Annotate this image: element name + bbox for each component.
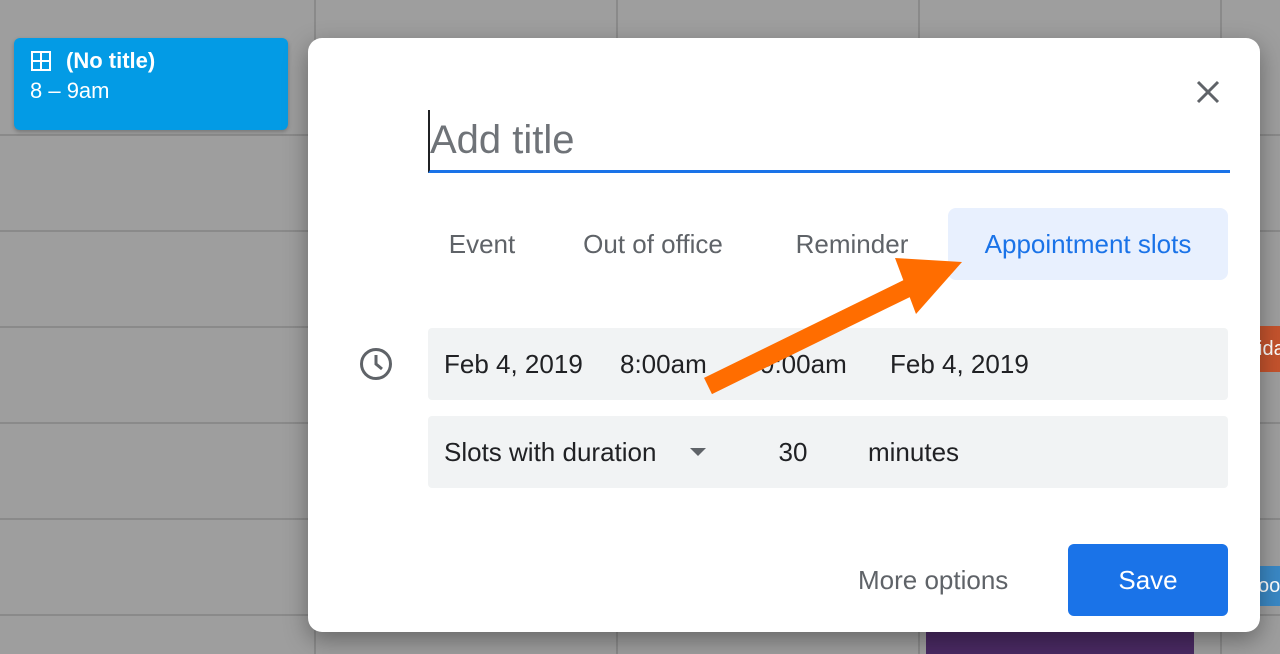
duration-input[interactable]: 30 <box>768 416 818 488</box>
event-chip-title: (No title) <box>66 48 156 73</box>
quick-create-dialog: Event Out of office Reminder Appointment… <box>308 38 1260 632</box>
grid-icon <box>31 51 51 71</box>
save-button[interactable]: Save <box>1068 544 1228 616</box>
duration-unit-label: minutes <box>868 437 960 467</box>
event-type-tabs: Event Out of office Reminder Appointment… <box>428 208 1228 280</box>
title-input[interactable] <box>428 110 1230 173</box>
slots-type-select[interactable]: Slots with duration <box>444 416 656 488</box>
dropdown-caret-icon[interactable] <box>690 448 706 456</box>
tab-event[interactable]: Event <box>428 208 536 280</box>
partial-event-label: ida <box>1258 338 1280 360</box>
end-time[interactable]: 9:00am <box>760 328 847 400</box>
event-chip-time: 8 – 9am <box>30 78 110 103</box>
close-icon <box>1196 80 1220 104</box>
close-button[interactable] <box>1188 72 1228 112</box>
start-time[interactable]: 8:00am <box>620 328 707 400</box>
calendar-event-chip[interactable]: (No title) 8 – 9am <box>14 38 288 130</box>
tab-out-of-office[interactable]: Out of office <box>558 208 748 280</box>
more-options-button[interactable]: More options <box>848 544 1018 616</box>
start-date[interactable]: Feb 4, 2019 <box>444 328 583 400</box>
slots-row: Slots with duration 30 minutes <box>428 416 1228 488</box>
time-separator: – <box>730 349 745 379</box>
end-date[interactable]: Feb 4, 2019 <box>890 328 1029 400</box>
datetime-row: Feb 4, 2019 8:00am – 9:00am Feb 4, 2019 <box>428 328 1228 400</box>
partial-event-block[interactable] <box>926 630 1194 654</box>
tab-appointment-slots[interactable]: Appointment slots <box>948 208 1228 280</box>
event-chip-title-row: (No title) <box>30 48 155 74</box>
clock-icon <box>360 348 392 380</box>
partial-event-label: oo <box>1258 575 1280 597</box>
tab-reminder[interactable]: Reminder <box>772 208 932 280</box>
